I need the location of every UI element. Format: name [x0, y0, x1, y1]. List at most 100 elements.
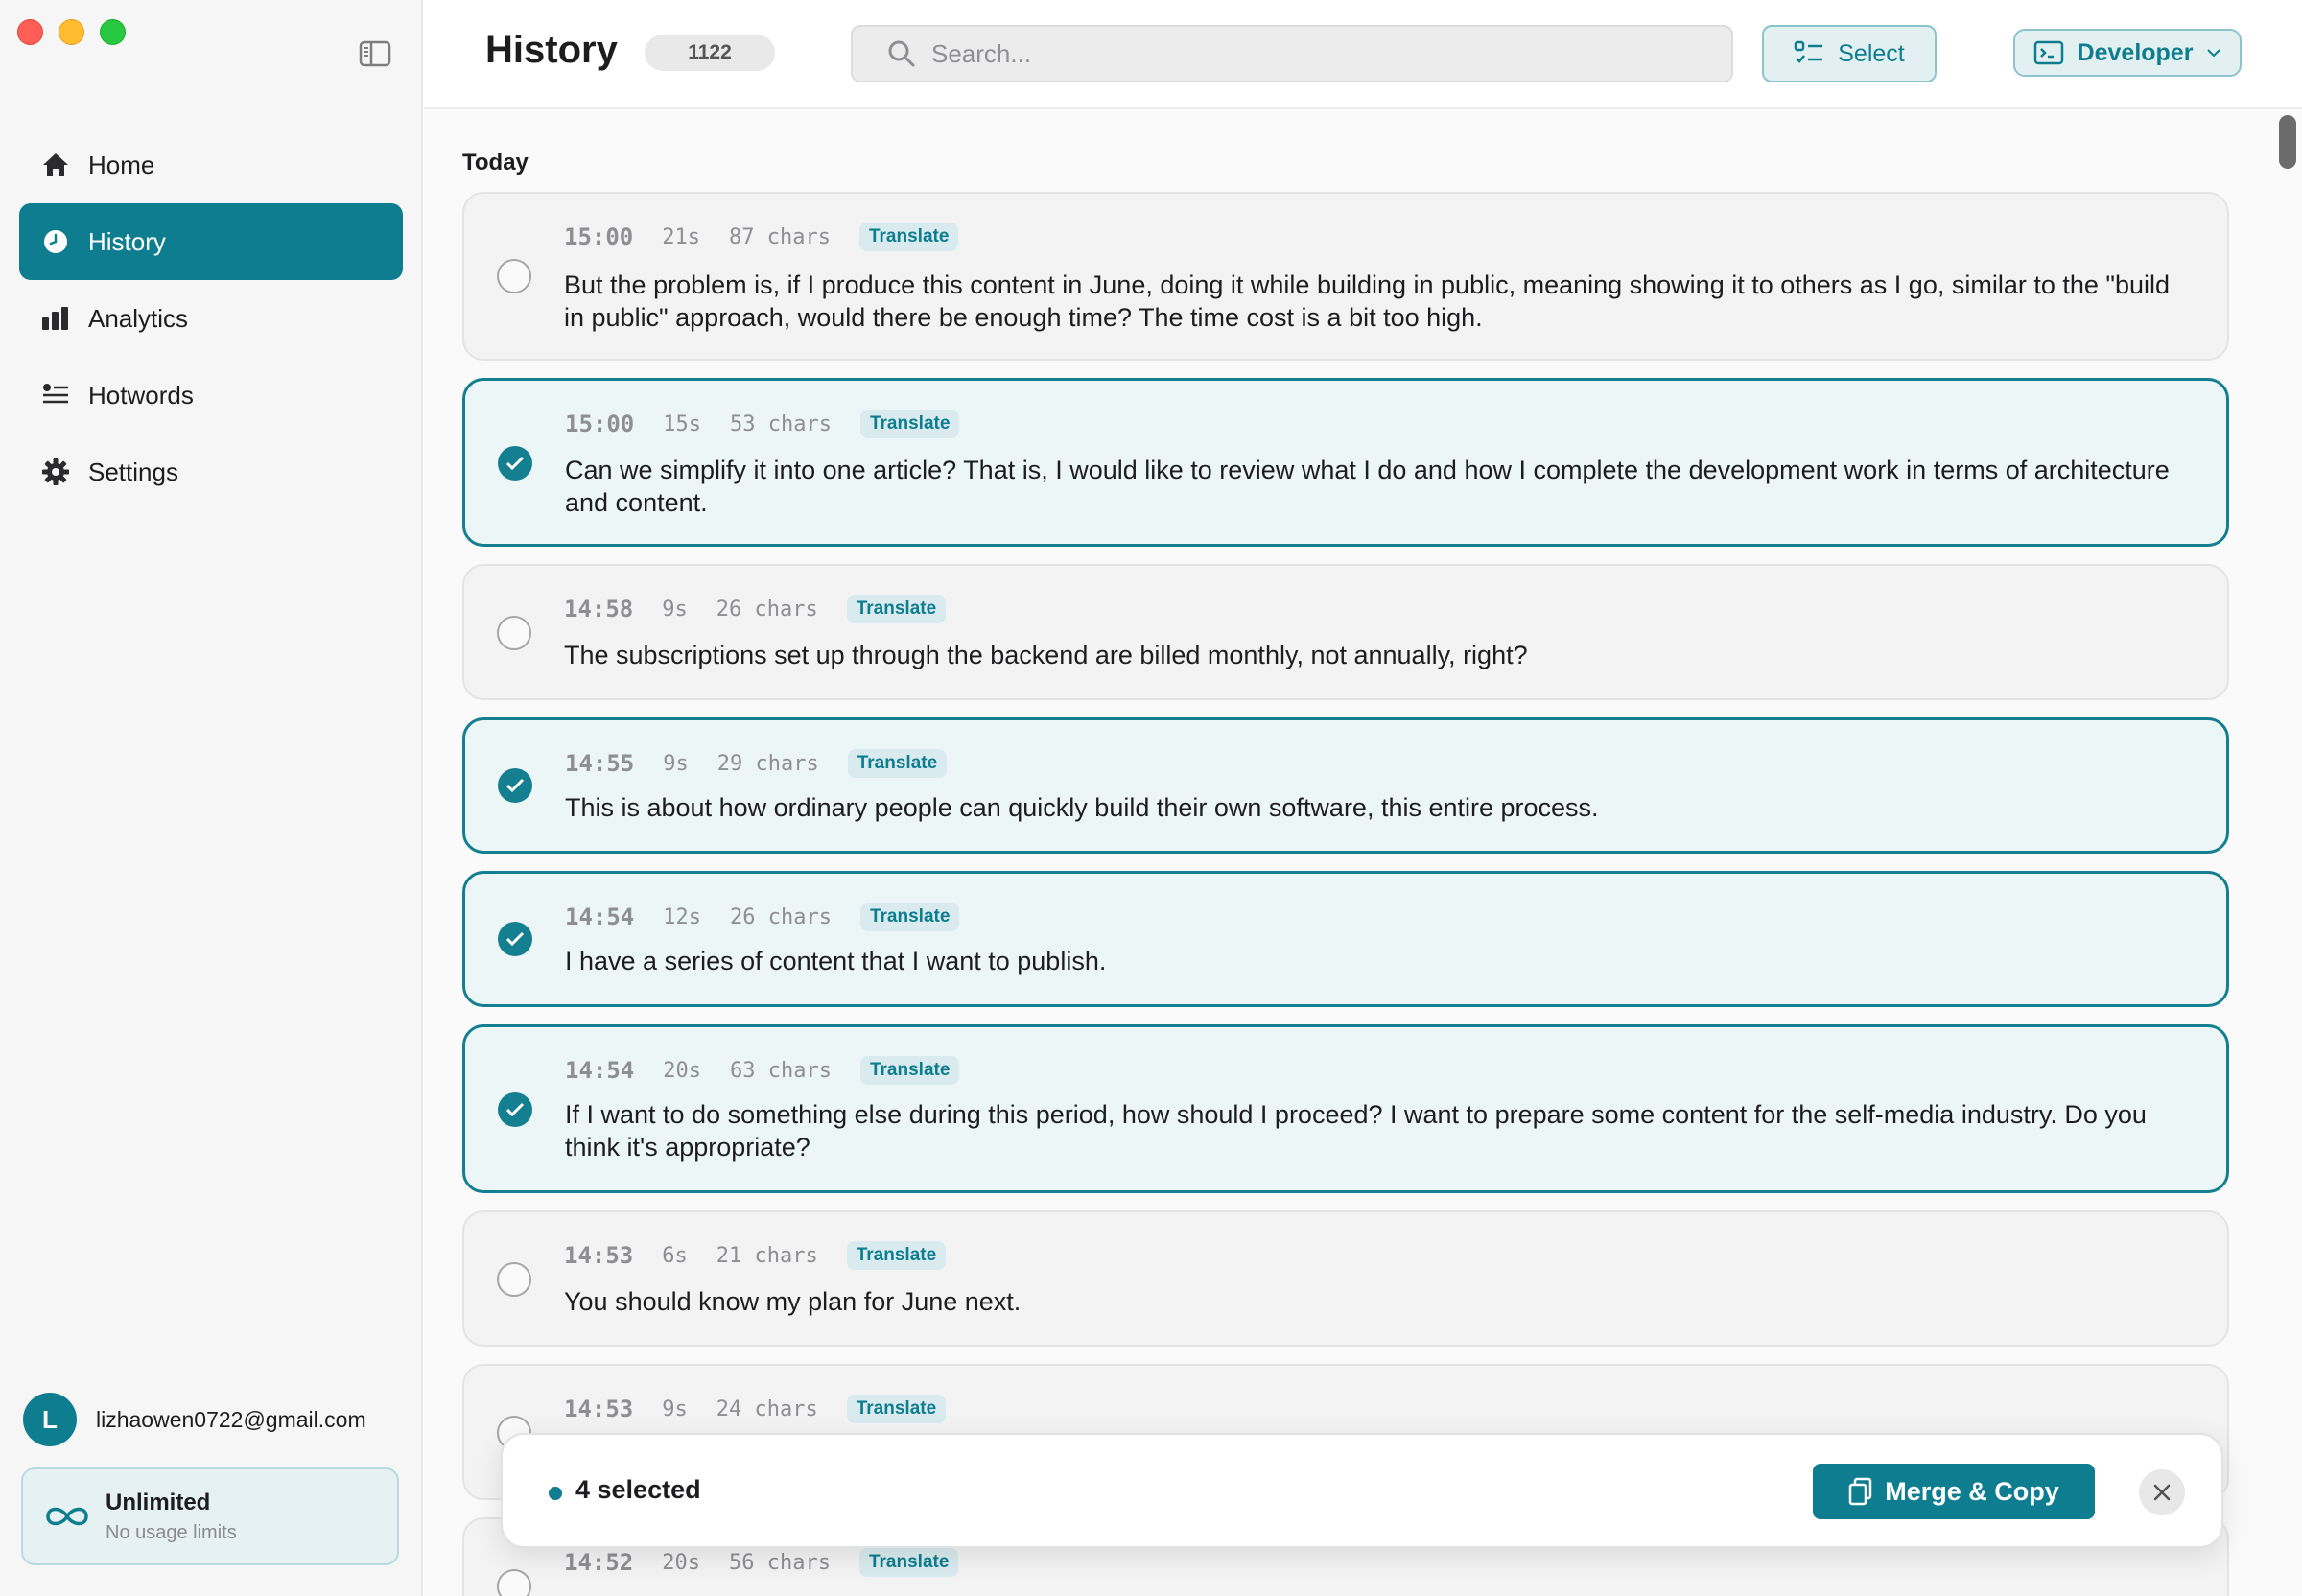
- entry-tag: Translate: [859, 410, 960, 438]
- history-entry[interactable]: 15:00 15s 53 chars Translate Can we simp…: [462, 378, 2229, 547]
- entry-checkbox[interactable]: [498, 768, 532, 803]
- page-title: History: [485, 29, 618, 71]
- entry-meta: 14:53 6s 21 chars Translate: [564, 1241, 947, 1270]
- entry-tag: Translate: [846, 1395, 947, 1423]
- sidebar-item-settings[interactable]: Settings: [19, 434, 403, 510]
- sidebar-nav: Home History Analytics Hotwords Settings: [19, 127, 403, 510]
- entry-text: This is about how ordinary people can qu…: [565, 793, 1599, 822]
- entry-text: If I want to do something else during th…: [565, 1100, 2147, 1162]
- history-entry[interactable]: 14:54 12s 26 chars Translate I have a se…: [462, 871, 2229, 1007]
- sidebar-item-label: History: [88, 226, 166, 256]
- main-area: History 1122 Select Developer Today 15:0…: [424, 0, 2302, 1596]
- merge-copy-label: Merge & Copy: [1885, 1476, 2059, 1506]
- select-button[interactable]: Select: [1762, 25, 1937, 82]
- entry-checkbox[interactable]: [497, 259, 531, 293]
- entry-tag: Translate: [846, 595, 947, 623]
- sidebar-item-home[interactable]: Home: [19, 127, 403, 203]
- mode-dropdown-label: Developer: [2077, 38, 2194, 66]
- plan-title: Unlimited: [106, 1489, 211, 1515]
- clear-selection-button[interactable]: [2139, 1469, 2185, 1515]
- scrollbar-thumb[interactable]: [2279, 115, 2296, 169]
- entry-time: 14:58: [564, 596, 634, 622]
- plan-card[interactable]: Unlimited No usage limits: [21, 1467, 399, 1565]
- sidebar-item-analytics[interactable]: Analytics: [19, 280, 403, 357]
- entry-duration: 9s: [662, 1396, 688, 1421]
- avatar: L: [23, 1393, 77, 1446]
- entry-chars: 26 chars: [716, 597, 818, 622]
- history-entry[interactable]: 14:55 9s 29 chars Translate This is abou…: [462, 717, 2229, 854]
- infinity-icon: [46, 1507, 88, 1526]
- account-row[interactable]: L lizhaowen0722@gmail.com: [23, 1393, 366, 1446]
- entry-checkbox[interactable]: [497, 1569, 531, 1596]
- entry-time: 14:55: [565, 750, 635, 777]
- history-entry[interactable]: 14:54 20s 63 chars Translate If I want t…: [462, 1024, 2229, 1193]
- entry-meta: 14:54 20s 63 chars Translate: [565, 1056, 960, 1085]
- sidebar-toggle-icon[interactable]: [359, 40, 391, 67]
- entry-time: 14:54: [565, 904, 635, 930]
- entry-text: You should know my plan for June next.: [564, 1287, 1022, 1316]
- entry-duration: 20s: [662, 1550, 700, 1575]
- entry-meta: 14:52 20s 56 chars Translate: [564, 1548, 959, 1577]
- history-entry[interactable]: 15:00 21s 87 chars Translate But the pro…: [462, 192, 2229, 361]
- selection-bar: 4 selected Merge & Copy: [501, 1433, 2223, 1548]
- entry-tag: Translate: [858, 1548, 959, 1577]
- history-entry[interactable]: 14:53 6s 21 chars Translate You should k…: [462, 1210, 2229, 1347]
- entry-meta: 14:58 9s 26 chars Translate: [564, 595, 947, 623]
- entry-chars: 63 chars: [730, 1058, 832, 1083]
- entry-text: Can we simplify it into one article? Tha…: [565, 456, 2170, 517]
- entry-checkbox[interactable]: [498, 1092, 532, 1127]
- close-icon: [2153, 1484, 2171, 1501]
- selection-count: 4 selected: [576, 1475, 701, 1504]
- bar-chart-icon: [40, 303, 71, 334]
- entry-tag: Translate: [858, 223, 959, 251]
- sidebar-item-hotwords[interactable]: Hotwords: [19, 357, 403, 434]
- sidebar-item-label: Settings: [88, 457, 178, 486]
- terminal-icon: [2033, 40, 2063, 65]
- sidebar-item-history[interactable]: History: [19, 203, 403, 280]
- entry-checkbox[interactable]: [497, 1262, 531, 1297]
- entry-checkbox[interactable]: [498, 446, 532, 481]
- close-window-button[interactable]: [17, 19, 43, 45]
- account-email: lizhaowen0722@gmail.com: [96, 1406, 366, 1432]
- entry-chars: 26 chars: [730, 904, 832, 929]
- checkmark-icon: [505, 931, 525, 947]
- entry-time: 15:00: [564, 223, 634, 250]
- entry-chars: 56 chars: [729, 1550, 831, 1575]
- checkmark-icon: [505, 778, 525, 793]
- entry-checkbox[interactable]: [497, 616, 531, 650]
- entry-duration: 9s: [663, 751, 689, 776]
- entry-time: 14:53: [564, 1242, 634, 1269]
- history-list[interactable]: Today 15:00 21s 87 chars Translate But t…: [424, 109, 2302, 1596]
- entry-checkbox[interactable]: [498, 922, 532, 956]
- plan-subtitle: No usage limits: [106, 1521, 237, 1543]
- history-entry[interactable]: 14:58 9s 26 chars Translate The subscrip…: [462, 564, 2229, 700]
- entry-chars: 53 chars: [730, 411, 832, 436]
- selection-indicator-dot: [549, 1487, 562, 1500]
- gear-icon: [40, 457, 71, 487]
- merge-copy-button[interactable]: Merge & Copy: [1813, 1464, 2095, 1519]
- search-input[interactable]: [929, 37, 1697, 70]
- search-box[interactable]: [851, 25, 1733, 82]
- entry-text: I have a series of content that I want t…: [565, 947, 1107, 975]
- sidebar-item-label: Hotwords: [88, 380, 194, 410]
- entry-time: 14:52: [564, 1549, 634, 1576]
- entry-meta: 14:55 9s 29 chars Translate: [565, 749, 948, 778]
- entry-duration: 15s: [663, 411, 701, 436]
- entry-tag: Translate: [859, 903, 960, 931]
- home-icon: [40, 150, 71, 180]
- select-button-label: Select: [1838, 39, 1905, 67]
- history-count-badge: 1122: [645, 35, 775, 71]
- checkmark-icon: [505, 1102, 525, 1117]
- zoom-window-button[interactable]: [100, 19, 126, 45]
- toolbar: History 1122 Select Developer: [424, 0, 2302, 109]
- mode-dropdown[interactable]: Developer: [2013, 29, 2242, 77]
- entry-meta: 14:54 12s 26 chars Translate: [565, 903, 960, 931]
- entry-tag: Translate: [859, 1056, 960, 1085]
- minimize-window-button[interactable]: [59, 19, 84, 45]
- section-header-today: Today: [462, 150, 529, 176]
- window-controls: [17, 19, 126, 45]
- entry-duration: 9s: [662, 597, 688, 622]
- entry-time: 14:53: [564, 1396, 634, 1422]
- entry-meta: 14:53 9s 24 chars Translate: [564, 1395, 947, 1423]
- search-icon: [888, 40, 915, 67]
